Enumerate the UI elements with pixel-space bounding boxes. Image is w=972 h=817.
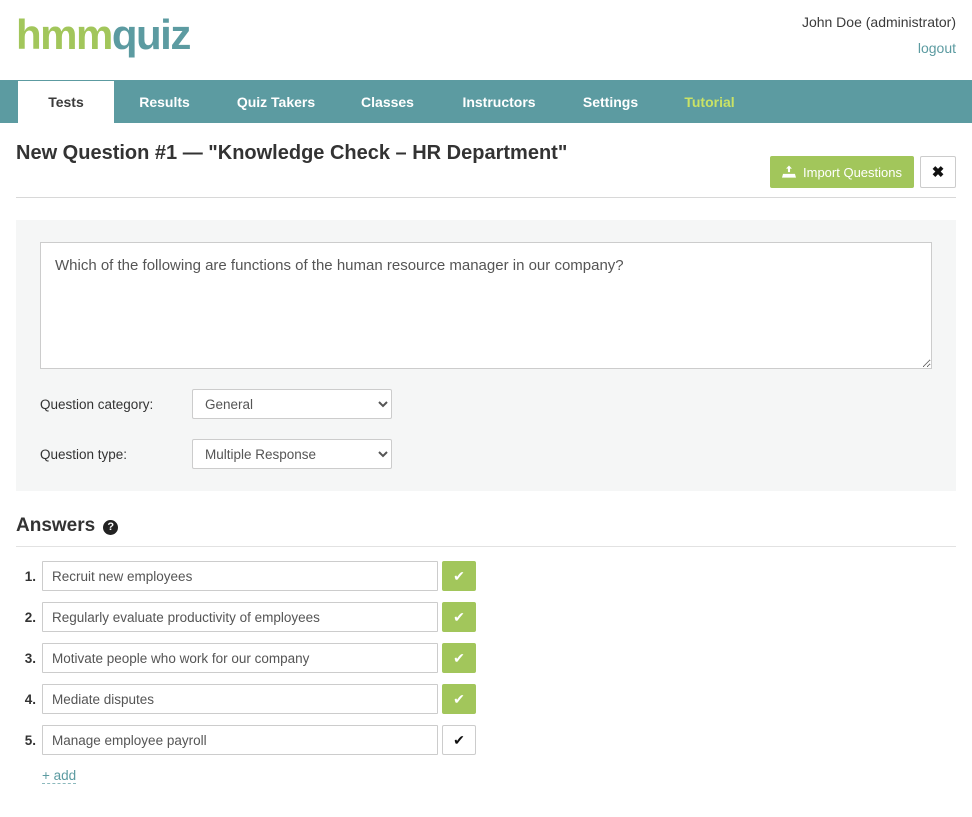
check-icon: ✔ — [453, 691, 465, 707]
help-icon[interactable]: ? — [103, 519, 119, 535]
answer-correct-toggle[interactable]: ✔ — [442, 684, 476, 714]
import-questions-label: Import Questions — [803, 164, 902, 180]
page-header: hmmquiz John Doe (administrator) logout — [0, 0, 972, 80]
question-category-row: Question category: General — [40, 389, 932, 419]
answer-text-input[interactable] — [42, 684, 438, 714]
answers-section: Answers ? 1. ✔ 2. ✔ 3. ✔ 4. ✔ 5. ✔ + add — [16, 515, 956, 784]
answer-text-input[interactable] — [42, 602, 438, 632]
answer-correct-toggle[interactable]: ✔ — [442, 602, 476, 632]
close-button[interactable]: ✖ — [920, 156, 956, 188]
nav-tab-instructors[interactable]: Instructors — [437, 80, 561, 123]
answers-divider — [16, 546, 956, 547]
question-category-select[interactable]: General — [192, 389, 392, 419]
check-icon: ✔ — [453, 609, 465, 625]
nav-tab-classes[interactable]: Classes — [338, 80, 437, 123]
question-panel: Question category: General Question type… — [16, 220, 956, 491]
answers-heading-label: Answers — [16, 515, 96, 536]
nav-tab-quiz-takers[interactable]: Quiz Takers — [214, 80, 338, 123]
question-type-label: Question type: — [40, 446, 128, 462]
answer-number: 5. — [24, 732, 36, 748]
answers-list: 1. ✔ 2. ✔ 3. ✔ 4. ✔ 5. ✔ — [16, 561, 956, 755]
app-logo[interactable]: hmmquiz — [16, 11, 191, 58]
logout-link[interactable]: logout — [918, 40, 956, 56]
answer-number: 1. — [24, 568, 36, 584]
answer-row: 4. ✔ — [16, 684, 956, 714]
question-type-select[interactable]: Multiple Response — [192, 439, 392, 469]
question-text-input[interactable] — [40, 242, 932, 369]
nav-tab-tests[interactable]: Tests — [16, 80, 115, 123]
answer-text-input[interactable] — [42, 561, 438, 591]
answer-number: 2. — [24, 609, 36, 625]
answer-row: 2. ✔ — [16, 602, 956, 632]
answers-heading: Answers ? — [16, 515, 956, 537]
answer-text-input[interactable] — [42, 643, 438, 673]
user-name-label: John Doe (administrator) — [801, 14, 956, 30]
logo-text-secondary: quiz — [111, 11, 191, 58]
user-box: John Doe (administrator) logout — [802, 12, 956, 56]
answer-row: 5. ✔ — [16, 725, 956, 755]
answer-text-input[interactable] — [42, 725, 438, 755]
question-category-label: Question category: — [40, 396, 154, 412]
title-actions: Import Questions ✖ — [770, 156, 956, 188]
answer-number: 4. — [24, 691, 36, 707]
upload-icon — [782, 165, 796, 179]
answer-correct-toggle[interactable]: ✔ — [442, 725, 476, 755]
check-icon: ✔ — [453, 732, 465, 748]
answer-correct-toggle[interactable]: ✔ — [442, 643, 476, 673]
check-icon: ✔ — [453, 568, 465, 584]
logo-text-primary: hmm — [16, 11, 113, 58]
answer-number: 3. — [24, 650, 36, 666]
page-title: New Question #1 — "Knowledge Check – HR … — [16, 142, 568, 164]
import-questions-button[interactable]: Import Questions — [770, 156, 914, 188]
title-divider — [16, 197, 956, 198]
answer-row: 1. ✔ — [16, 561, 956, 591]
nav-tab-settings[interactable]: Settings — [561, 80, 660, 123]
answer-row: 3. ✔ — [16, 643, 956, 673]
nav-tab-results[interactable]: Results — [115, 80, 214, 123]
add-answer-link[interactable]: + add — [42, 768, 77, 784]
main-nav: Tests Results Quiz Takers Classes Instructor… — [0, 80, 972, 123]
check-icon: ✔ — [453, 650, 465, 666]
nav-tab-tutorial[interactable]: Tutorial — [660, 80, 759, 123]
answer-correct-toggle[interactable]: ✔ — [442, 561, 476, 591]
question-type-row: Question type: Multiple Response — [40, 439, 932, 469]
